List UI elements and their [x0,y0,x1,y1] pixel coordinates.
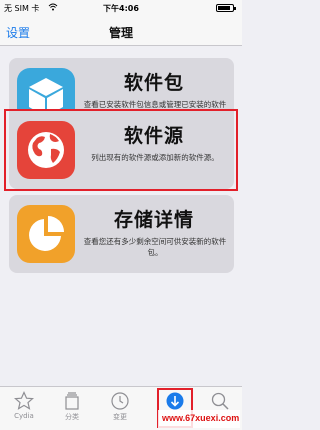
storage-title: 存储详情 [113,209,194,231]
storage-card[interactable]: 存储详情 查看您还有多少剩余空间可供安装新的软件包。 [9,195,234,273]
tab-categories-label: 分类 [65,413,79,421]
tab-categories[interactable]: 分类 [48,391,96,429]
status-bar: 无 SIM 卡 下午4:06 [0,0,242,16]
storage-description: 查看您还有多少剩余空间可供安装新的软件包。 [83,237,227,257]
watermark: www.67xuexi.com [158,410,240,428]
clock-time: 下午4:06 [103,4,139,13]
tab-changes[interactable]: 变更 [96,391,144,429]
pie-chart-icon [17,205,75,263]
page-title: 管理 [108,26,133,40]
categories-icon [65,392,79,410]
sources-highlight-box [4,109,238,191]
tab-changes-label: 变更 [113,413,127,421]
packages-title: 软件包 [123,72,184,94]
tab-cydia-label: Cydia [14,412,34,420]
star-icon [14,391,34,410]
clock-icon [111,392,129,410]
navigation-bar: 设置 管理 [0,16,242,46]
tab-cydia[interactable]: Cydia [0,391,48,429]
battery-icon [216,4,236,12]
search-icon [211,392,229,410]
